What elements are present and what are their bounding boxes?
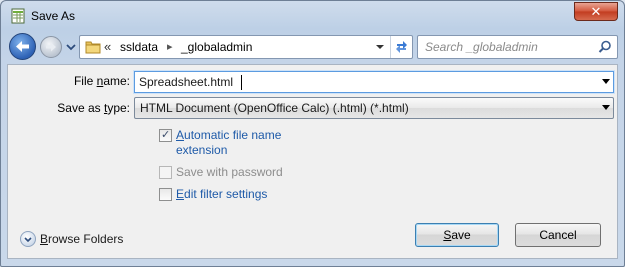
search-box[interactable]: Search _globaladmin (417, 35, 618, 59)
auto-extension-label[interactable]: Automatic file name extension (176, 128, 281, 158)
chevron-down-circle-icon (20, 231, 36, 247)
savetype-dropdown-chevron-icon[interactable] (602, 105, 610, 111)
search-icon[interactable] (598, 40, 612, 54)
auto-extension-checkbox[interactable]: ✓ (159, 129, 172, 142)
savetype-select[interactable]: HTML Document (OpenOffice Calc) (.html) … (134, 97, 614, 119)
text-caret (241, 75, 242, 90)
folder-icon (85, 41, 101, 54)
refresh-button[interactable] (390, 36, 412, 58)
save-options-panel: File name: Spreadsheet.html Save as type… (7, 64, 618, 259)
close-button[interactable]: ✕ (574, 2, 618, 21)
edit-filter-settings-checkbox[interactable] (159, 188, 172, 201)
savetype-value[interactable]: HTML Document (OpenOffice Calc) (.html) … (140, 101, 409, 115)
edit-filter-settings-label[interactable]: Edit filter settings (176, 187, 267, 201)
back-button[interactable] (9, 33, 36, 60)
refresh-icon (396, 41, 407, 53)
breadcrumb-ssldata[interactable]: ssldata (120, 40, 158, 54)
cancel-button[interactable]: Cancel (515, 223, 601, 247)
save-with-password-label: Save with password (176, 165, 283, 179)
filename-dropdown-chevron-icon[interactable] (602, 79, 610, 85)
forward-button[interactable] (40, 36, 62, 58)
savetype-label: Save as type: (57, 101, 130, 115)
filename-input[interactable]: Spreadsheet.html (134, 71, 614, 93)
spreadsheet-icon (11, 8, 25, 24)
address-history-chevron-icon[interactable] (372, 36, 388, 58)
window-title: Save As (31, 9, 76, 23)
breadcrumb-globaladmin[interactable]: _globaladmin (181, 40, 252, 54)
filename-label: File name: (73, 74, 130, 88)
save-with-password-checkbox[interactable] (159, 166, 172, 179)
breadcrumb-separator[interactable]: ▸ (167, 40, 173, 53)
navigation-bar: « ssldata ▸ _globaladmin Search _globala… (7, 33, 618, 61)
save-as-dialog: Save As ✕ « ssldata ▸ _globaladmin Searc… (0, 0, 625, 267)
search-input[interactable]: Search _globaladmin (425, 40, 538, 54)
title-bar[interactable]: Save As ✕ (1, 1, 624, 31)
filename-value[interactable]: Spreadsheet.html (139, 75, 233, 89)
save-button[interactable]: Save (415, 223, 499, 247)
breadcrumb-overflow[interactable]: « (104, 39, 111, 54)
back-arrow-icon (16, 41, 29, 52)
browse-folders-label[interactable]: Browse Folders (40, 232, 123, 246)
checkmark-icon: ✓ (161, 129, 171, 141)
address-bar[interactable]: « ssldata ▸ _globaladmin (79, 35, 413, 59)
forward-arrow-icon (46, 42, 56, 52)
recent-pages-chevron-icon[interactable] (66, 42, 76, 52)
